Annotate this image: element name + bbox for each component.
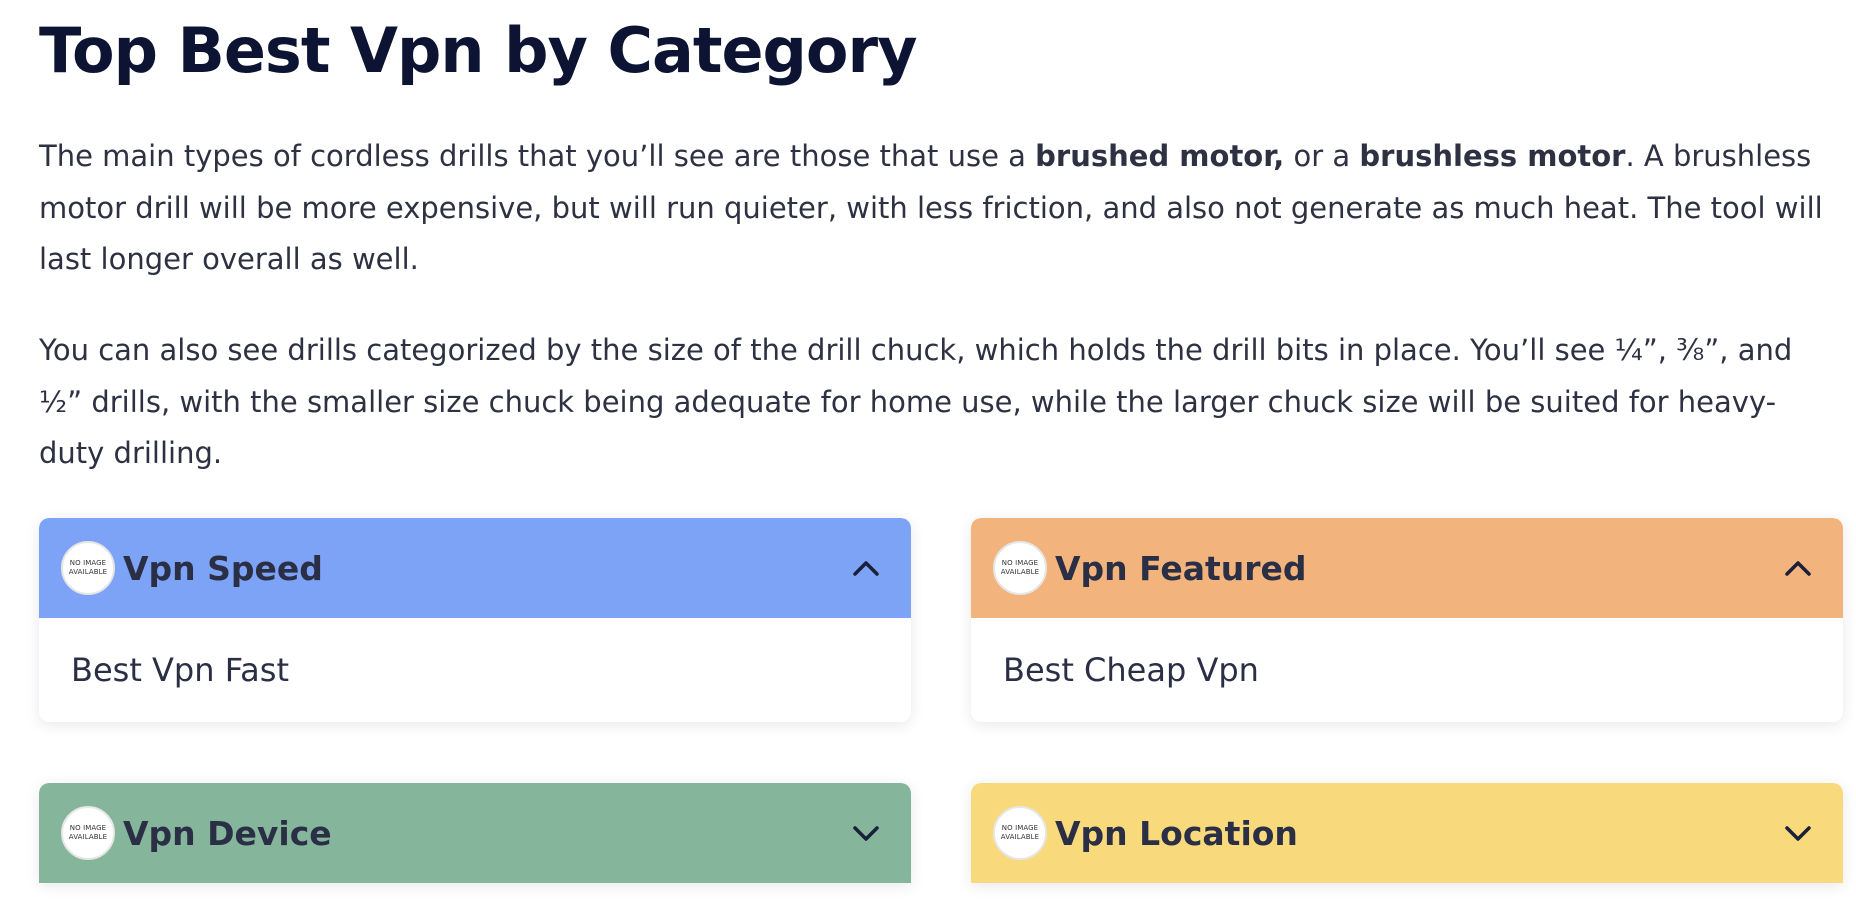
category-title: Vpn Location bbox=[1055, 813, 1298, 853]
category-card-vpn-speed: NO IMAGE AVAILABLE Vpn Speed Best Vpn Fa… bbox=[39, 518, 911, 722]
thumbnail-placeholder-text: NO IMAGE AVAILABLE bbox=[68, 559, 108, 576]
thumbnail-placeholder-text: NO IMAGE AVAILABLE bbox=[68, 824, 108, 841]
category-card-vpn-device: NO IMAGE AVAILABLE Vpn Device bbox=[39, 783, 911, 883]
page-title: Top Best Vpn by Category bbox=[39, 14, 918, 87]
category-header-vpn-speed[interactable]: NO IMAGE AVAILABLE Vpn Speed bbox=[39, 518, 911, 618]
intro-text-1: The main types of cordless drills that y… bbox=[39, 139, 1036, 173]
category-link-best-vpn-fast[interactable]: Best Vpn Fast bbox=[71, 651, 289, 689]
intro-bold-2: brushless motor bbox=[1359, 139, 1626, 173]
category-title: Vpn Speed bbox=[123, 548, 323, 588]
intro-bold-1: brushed motor, bbox=[1035, 139, 1285, 173]
category-header-vpn-location[interactable]: NO IMAGE AVAILABLE Vpn Location bbox=[971, 783, 1843, 883]
category-header-vpn-device[interactable]: NO IMAGE AVAILABLE Vpn Device bbox=[39, 783, 911, 883]
intro-text-2: or a bbox=[1284, 139, 1360, 173]
category-title: Vpn Device bbox=[123, 813, 332, 853]
category-thumbnail: NO IMAGE AVAILABLE bbox=[993, 541, 1047, 595]
category-title: Vpn Featured bbox=[1055, 548, 1307, 588]
category-body: Best Cheap Vpn bbox=[971, 618, 1843, 722]
chevron-up-icon[interactable] bbox=[1783, 558, 1813, 578]
category-link-best-cheap-vpn[interactable]: Best Cheap Vpn bbox=[1003, 651, 1259, 689]
category-thumbnail: NO IMAGE AVAILABLE bbox=[61, 806, 115, 860]
thumbnail-placeholder-text: NO IMAGE AVAILABLE bbox=[1000, 824, 1040, 841]
chevron-down-icon[interactable] bbox=[1783, 823, 1813, 843]
intro-paragraph: The main types of cordless drills that y… bbox=[39, 131, 1829, 286]
thumbnail-placeholder-text: NO IMAGE AVAILABLE bbox=[1000, 559, 1040, 576]
page: Top Best Vpn by Category The main types … bbox=[0, 0, 1856, 920]
category-header-vpn-featured[interactable]: NO IMAGE AVAILABLE Vpn Featured bbox=[971, 518, 1843, 618]
category-card-vpn-featured: NO IMAGE AVAILABLE Vpn Featured Best Che… bbox=[971, 518, 1843, 722]
chevron-up-icon[interactable] bbox=[851, 558, 881, 578]
category-thumbnail: NO IMAGE AVAILABLE bbox=[993, 806, 1047, 860]
category-thumbnail: NO IMAGE AVAILABLE bbox=[61, 541, 115, 595]
chevron-down-icon[interactable] bbox=[851, 823, 881, 843]
category-body: Best Vpn Fast bbox=[39, 618, 911, 722]
chuck-size-paragraph: You can also see drills categorized by t… bbox=[39, 333, 1793, 470]
category-card-vpn-location: NO IMAGE AVAILABLE Vpn Location bbox=[971, 783, 1843, 883]
